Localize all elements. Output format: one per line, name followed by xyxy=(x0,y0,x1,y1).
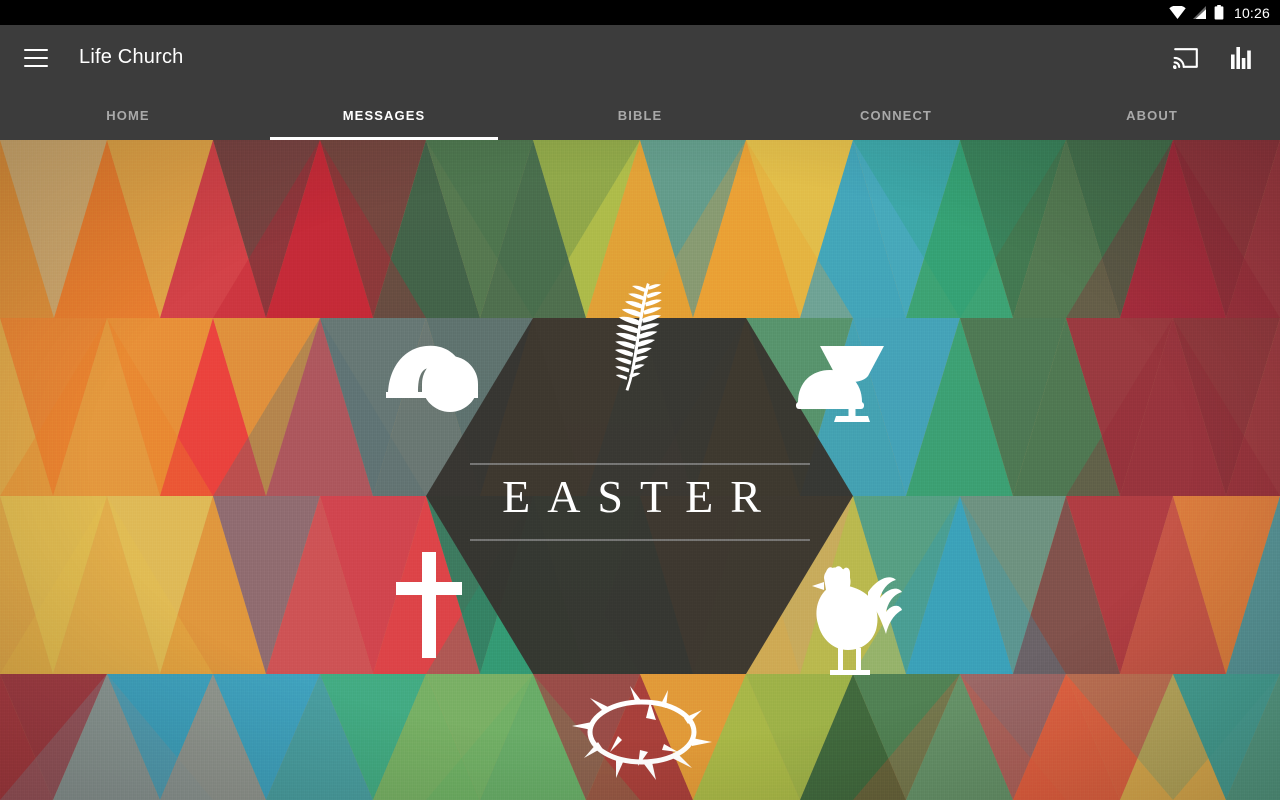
cast-icon xyxy=(1173,47,1198,69)
toolbar-actions xyxy=(1170,42,1280,74)
tab-label: ABOUT xyxy=(1126,107,1178,123)
status-bar-clock: 10:26 xyxy=(1233,4,1270,21)
wifi-icon xyxy=(1169,6,1186,19)
equalizer-icon xyxy=(1231,46,1251,69)
hamburger-menu-icon[interactable] xyxy=(24,48,48,67)
series-hero-banner[interactable]: EASTER xyxy=(0,140,1280,800)
cellular-signal-icon xyxy=(1192,6,1206,19)
tab-bible[interactable]: BIBLE xyxy=(512,90,768,140)
series-title: EASTER xyxy=(502,471,778,522)
app-title: Life Church xyxy=(79,46,184,68)
status-bar: 10:26 xyxy=(0,0,1280,25)
tab-label: CONNECT xyxy=(860,107,932,123)
tab-bar: HOME MESSAGES BIBLE CONNECT ABOUT xyxy=(0,90,1280,140)
tab-label: HOME xyxy=(106,107,150,123)
tab-home[interactable]: HOME xyxy=(0,90,256,140)
app-toolbar: Life Church xyxy=(0,25,1280,90)
tab-about[interactable]: ABOUT xyxy=(1024,90,1280,140)
tab-label: MESSAGES xyxy=(342,107,426,123)
easter-artwork: EASTER xyxy=(0,140,1280,800)
cast-button[interactable] xyxy=(1170,42,1202,74)
tab-connect[interactable]: CONNECT xyxy=(768,90,1024,140)
battery-icon xyxy=(1214,5,1224,20)
now-playing-button[interactable] xyxy=(1226,42,1258,74)
tab-label: BIBLE xyxy=(617,107,663,123)
app-root: 10:26 Life Church HOME MESSAGES BIBLE CO… xyxy=(0,0,1280,800)
tab-messages[interactable]: MESSAGES xyxy=(256,90,512,140)
